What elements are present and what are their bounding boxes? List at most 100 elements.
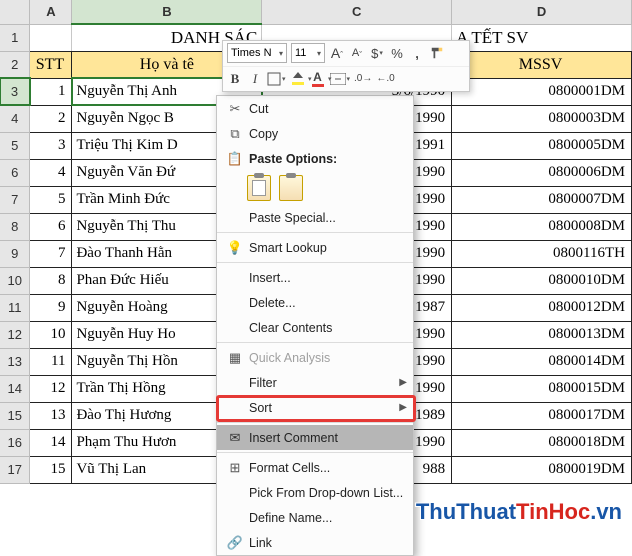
row-header-10[interactable]: 10 bbox=[0, 267, 30, 294]
ctx-insert[interactable]: Insert... bbox=[217, 265, 413, 290]
cell-D16[interactable]: 0800018DM bbox=[452, 429, 632, 456]
cell-D11[interactable]: 0800012DM bbox=[452, 294, 632, 321]
merge-center-button[interactable]: ▾ bbox=[330, 69, 351, 89]
comment-icon: ✉ bbox=[223, 430, 247, 446]
cell-A11[interactable]: 9 bbox=[30, 294, 72, 321]
copy-icon: ⧉ bbox=[223, 126, 247, 142]
cell-A16[interactable]: 14 bbox=[30, 429, 72, 456]
cell-D3[interactable]: 0800001DM bbox=[452, 78, 632, 105]
row-header-8[interactable]: 8 bbox=[0, 213, 30, 240]
cell-D12[interactable]: 0800013DM bbox=[452, 321, 632, 348]
cell-A17[interactable]: 15 bbox=[30, 456, 72, 483]
italic-button[interactable]: I bbox=[247, 69, 263, 89]
ctx-quick-analysis: ▦ Quick Analysis bbox=[217, 345, 413, 370]
cell-A2[interactable]: STT bbox=[30, 51, 72, 78]
comma-format-button[interactable]: , bbox=[409, 43, 425, 63]
row-header-12[interactable]: 12 bbox=[0, 321, 30, 348]
format-cells-icon: ⊞ bbox=[223, 460, 247, 476]
cell-D1[interactable]: A TẾT SV bbox=[452, 24, 632, 51]
row-header-9[interactable]: 9 bbox=[0, 240, 30, 267]
borders-button[interactable]: ▾ bbox=[267, 69, 286, 89]
fill-color-button[interactable]: ▾ bbox=[290, 69, 306, 89]
ctx-paste-special[interactable]: Paste Special... bbox=[217, 205, 413, 230]
row-header-13[interactable]: 13 bbox=[0, 348, 30, 375]
cell-D14[interactable]: 0800015DM bbox=[452, 375, 632, 402]
font-color-button[interactable]: A ▾ bbox=[310, 69, 326, 89]
cell-D13[interactable]: 0800014DM bbox=[452, 348, 632, 375]
ctx-format-cells[interactable]: ⊞ Format Cells... bbox=[217, 455, 413, 480]
cell-D4[interactable]: 0800003DM bbox=[452, 105, 632, 132]
ctx-delete[interactable]: Delete... bbox=[217, 290, 413, 315]
clipboard-icon: 📋 bbox=[223, 151, 247, 167]
ctx-copy[interactable]: ⧉ Copy bbox=[217, 121, 413, 146]
row-header-16[interactable]: 16 bbox=[0, 429, 30, 456]
row-header-14[interactable]: 14 bbox=[0, 375, 30, 402]
ctx-cut[interactable]: ✂ Cut bbox=[217, 96, 413, 121]
link-icon: 🔗 bbox=[223, 535, 247, 551]
ctx-filter[interactable]: Filter▶ bbox=[217, 370, 413, 395]
paste-keep-source-icon[interactable] bbox=[247, 175, 271, 201]
format-painter-icon[interactable] bbox=[429, 43, 445, 63]
ctx-clear-contents[interactable]: Clear Contents bbox=[217, 315, 413, 340]
bold-button[interactable]: B bbox=[227, 69, 243, 89]
cell-D6[interactable]: 0800006DM bbox=[452, 159, 632, 186]
font-family-select[interactable]: Times N▾ bbox=[227, 43, 287, 63]
ctx-pick-from-list[interactable]: Pick From Drop-down List... bbox=[217, 480, 413, 505]
cell-D10[interactable]: 0800010DM bbox=[452, 267, 632, 294]
col-header-B[interactable]: B bbox=[72, 0, 262, 24]
ctx-sort[interactable]: Sort▶ bbox=[217, 395, 413, 420]
cell-A6[interactable]: 4 bbox=[30, 159, 72, 186]
ctx-insert-comment[interactable]: ✉ Insert Comment bbox=[217, 425, 413, 450]
cell-A1[interactable] bbox=[30, 24, 72, 51]
decrease-decimal-button[interactable]: ←.0 bbox=[376, 69, 394, 89]
row-header-7[interactable]: 7 bbox=[0, 186, 30, 213]
cell-D8[interactable]: 0800008DM bbox=[452, 213, 632, 240]
ctx-paste-options-icons bbox=[217, 171, 413, 205]
row-header-2[interactable]: 2 bbox=[0, 51, 30, 78]
ctx-paste-options-header: 📋 Paste Options: bbox=[217, 146, 413, 171]
cell-A10[interactable]: 8 bbox=[30, 267, 72, 294]
row-header-1[interactable]: 1 bbox=[0, 24, 30, 51]
row-header-11[interactable]: 11 bbox=[0, 294, 30, 321]
accounting-format-button[interactable]: $▾ bbox=[369, 43, 385, 63]
ctx-link[interactable]: 🔗 Link bbox=[217, 530, 413, 555]
ctx-define-name[interactable]: Define Name... bbox=[217, 505, 413, 530]
increase-decimal-button[interactable]: .0→ bbox=[354, 69, 372, 89]
percent-format-button[interactable]: % bbox=[389, 43, 405, 63]
cell-A13[interactable]: 11 bbox=[30, 348, 72, 375]
cell-A8[interactable]: 6 bbox=[30, 213, 72, 240]
cell-D5[interactable]: 0800005DM bbox=[452, 132, 632, 159]
cell-D15[interactable]: 0800017DM bbox=[452, 402, 632, 429]
row-header-17[interactable]: 17 bbox=[0, 456, 30, 483]
cell-A3[interactable]: 1 bbox=[30, 78, 72, 105]
cell-D7[interactable]: 0800007DM bbox=[452, 186, 632, 213]
cell-D2[interactable]: MSSV bbox=[452, 51, 632, 78]
context-menu: ✂ Cut ⧉ Copy 📋 Paste Options: Paste Spec… bbox=[216, 95, 414, 556]
cell-A14[interactable]: 12 bbox=[30, 375, 72, 402]
cell-D17[interactable]: 0800019DM bbox=[452, 456, 632, 483]
col-header-C[interactable]: C bbox=[262, 0, 452, 24]
row-header-6[interactable]: 6 bbox=[0, 159, 30, 186]
cell-A7[interactable]: 5 bbox=[30, 186, 72, 213]
lightbulb-icon: 💡 bbox=[223, 240, 247, 256]
row-header-5[interactable]: 5 bbox=[0, 132, 30, 159]
font-size-select[interactable]: 11▾ bbox=[291, 43, 325, 63]
cell-A4[interactable]: 2 bbox=[30, 105, 72, 132]
increase-font-icon[interactable]: Aˆ bbox=[329, 43, 345, 63]
row-header-15[interactable]: 15 bbox=[0, 402, 30, 429]
decrease-font-icon[interactable]: Aˇ bbox=[349, 43, 365, 63]
ctx-smart-lookup[interactable]: 💡 Smart Lookup bbox=[217, 235, 413, 260]
select-all-corner[interactable] bbox=[0, 0, 30, 24]
col-header-A[interactable]: A bbox=[30, 0, 72, 24]
row-header-4[interactable]: 4 bbox=[0, 105, 30, 132]
cell-A12[interactable]: 10 bbox=[30, 321, 72, 348]
cell-A15[interactable]: 13 bbox=[30, 402, 72, 429]
watermark: ThuThuatTinHoc.vn bbox=[416, 499, 622, 525]
paste-values-icon[interactable] bbox=[279, 175, 303, 201]
col-header-D[interactable]: D bbox=[452, 0, 632, 24]
mini-toolbar: Times N▾ 11▾ Aˆ Aˇ $▾ % , B I ▾ ▾ A ▾ ▾ … bbox=[222, 40, 470, 92]
cell-D9[interactable]: 0800116TH bbox=[452, 240, 632, 267]
row-header-3[interactable]: 3 bbox=[0, 78, 30, 105]
cell-A9[interactable]: 7 bbox=[30, 240, 72, 267]
cell-A5[interactable]: 3 bbox=[30, 132, 72, 159]
